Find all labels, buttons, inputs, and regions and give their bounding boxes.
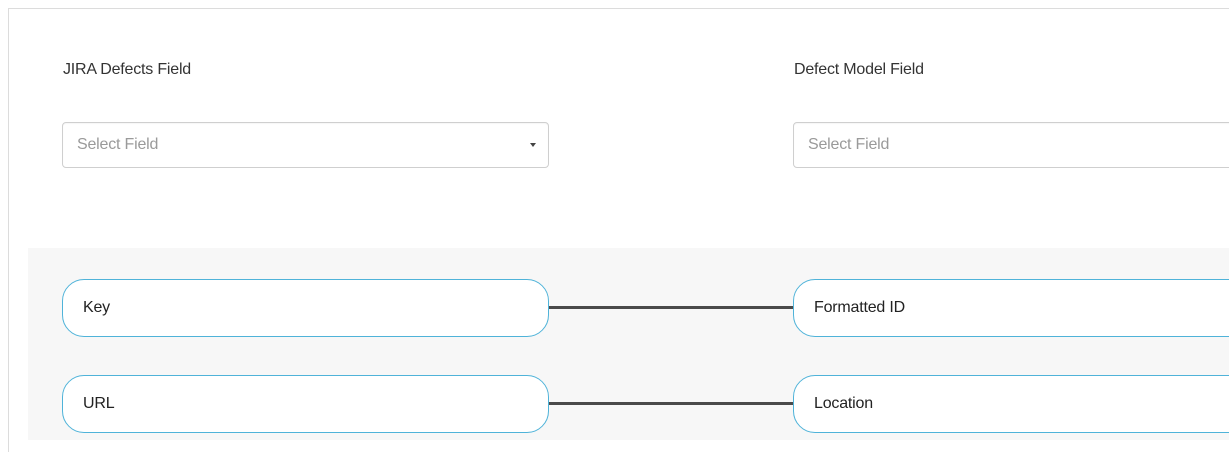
jira-defects-field-heading: JIRA Defects Field — [63, 61, 192, 78]
target-field-pill[interactable]: Location — [793, 375, 1229, 433]
jira-field-select[interactable]: Select Field — [62, 122, 549, 168]
source-field-pill[interactable]: URL — [62, 375, 549, 433]
target-field-label: Formatted ID — [814, 299, 905, 316]
mapping-connector-line — [549, 402, 793, 405]
defect-model-field-heading: Defect Model Field — [794, 61, 924, 78]
target-field-label: Location — [814, 395, 873, 412]
mapping-connector-line — [549, 306, 793, 309]
defect-model-field-select-placeholder: Select Field — [808, 136, 890, 153]
jira-field-select-placeholder: Select Field — [77, 136, 159, 153]
defect-model-field-select[interactable]: Select Field — [793, 122, 1229, 168]
source-field-label: Key — [83, 299, 110, 316]
source-field-pill[interactable]: Key — [62, 279, 549, 337]
chevron-down-icon[interactable] — [530, 143, 536, 147]
source-field-label: URL — [83, 395, 115, 412]
target-field-pill[interactable]: Formatted ID — [793, 279, 1229, 337]
